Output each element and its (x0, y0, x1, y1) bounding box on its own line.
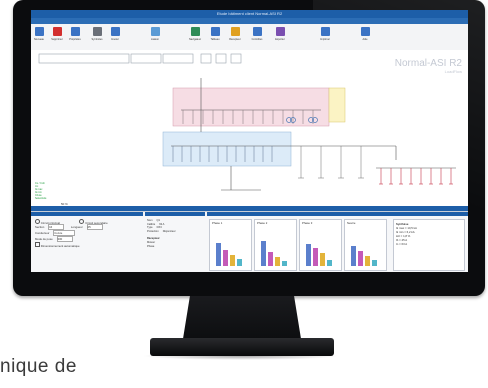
panel-header-results (207, 212, 468, 216)
phase-chart-bar (306, 244, 311, 266)
monitor-stand-base (150, 338, 334, 356)
panel-header-protection (145, 212, 205, 216)
phase-chart-bar (216, 243, 221, 266)
ribbon-button-icon[interactable] (71, 27, 80, 36)
monitor-frame: Etude bâtiment client Normal-ASI R2 Accu… (13, 0, 485, 296)
phase-chart-bar (372, 260, 377, 266)
ribbon-button-icon[interactable] (361, 27, 370, 36)
app-screen: Etude bâtiment client Normal-ASI R2 Accu… (31, 10, 468, 272)
install-label: Mode de pose (35, 237, 53, 241)
schematic-canvas[interactable]: Normal-ASI R2 LoadFlow Cs / Coh Icc Ik m… (31, 50, 468, 208)
auto-sizing-label: Dimensionnement automatique (40, 244, 80, 248)
length-field[interactable]: 25 (86, 224, 103, 230)
phase-chart-title: Phase 1 (212, 221, 223, 225)
ribbon-button-icon[interactable] (151, 27, 160, 36)
property-label: Protection (147, 229, 159, 233)
monitor-stand-neck (182, 296, 302, 342)
ribbon-button-label: Contrôles (251, 38, 263, 41)
phase-chart-bar (358, 251, 363, 266)
phase-chart-bar (237, 259, 242, 266)
phase-chart-bar (313, 248, 318, 266)
ribbon-button-label: Supprimer (51, 38, 63, 41)
phase-chart-bar (327, 260, 332, 266)
ribbon-button-icon[interactable] (191, 27, 200, 36)
ribbon-button-label: Aide (362, 38, 368, 41)
summary-line: In = 63 A (396, 242, 408, 246)
phase-chart-bar (261, 241, 266, 266)
zone-tableau-general (172, 87, 330, 127)
property-label: Type (147, 226, 153, 230)
zone-secours (328, 87, 346, 123)
property-section-value: Phase (147, 244, 155, 248)
calc-legend: Cs / Coh Icc Ik max Ik min Chute Sélectivité (35, 182, 46, 200)
section-label: Section (35, 225, 45, 229)
ribbon-button-label: Symboles (91, 38, 103, 41)
phase-chart-bar (282, 261, 287, 266)
ribbon-button-icon[interactable] (111, 27, 120, 36)
auto-sizing-checkbox[interactable] (35, 242, 40, 247)
property-value[interactable]: Disjoncteur (163, 230, 176, 233)
property-value[interactable]: DX3 (157, 226, 162, 229)
ribbon-button-icon[interactable] (276, 27, 285, 36)
symbol-palette (38, 53, 242, 64)
conductor-label: Conducteur (35, 231, 50, 235)
ribbon-button-label: Propriétés (69, 38, 81, 41)
ribbon-button-label: Imprimer (320, 38, 330, 41)
phase-chart-bar (230, 255, 235, 266)
property-value[interactable]: Q1 (156, 219, 159, 222)
phase-chart: Phase 3 (299, 219, 342, 271)
window-title-bar: Etude bâtiment client Normal-ASI R2 (31, 10, 468, 18)
ribbon-button-label: Liaison (151, 38, 159, 41)
ribbon-button-icon[interactable] (321, 27, 330, 36)
ribbon-button-icon[interactable] (211, 27, 220, 36)
ribbon-button-label: Nouveau (33, 38, 44, 41)
phase-chart-bar (351, 246, 356, 266)
phase-chart: Phase 1 (209, 219, 252, 271)
ribbon-button-icon[interactable] (93, 27, 102, 36)
window-title: Etude bâtiment client Normal-ASI R2 (216, 11, 283, 16)
ribbon-button-label: Récepteur (229, 38, 241, 41)
phase-chart: Phase 2 (254, 219, 297, 271)
phase-chart-bar (268, 252, 273, 266)
phase-chart-bar (320, 253, 325, 266)
phase-chart-title: Phase 3 (302, 221, 313, 225)
ribbon-button-icon[interactable] (253, 27, 262, 36)
phase-chart: Neutre (344, 219, 387, 271)
ribbon-button-label: Navigateur (188, 38, 202, 41)
property-label: Nom (147, 219, 153, 222)
ribbon-toolbar: Nouveau Supprimer Propriétés Symboles Insére… (31, 24, 468, 51)
ribbon-button-icon[interactable] (53, 27, 62, 36)
ribbon-button-icon[interactable] (231, 27, 240, 36)
ribbon-button-label: Exporter (275, 38, 285, 41)
single-line-diagram (38, 53, 456, 191)
phase-chart-title: Neutre (347, 221, 356, 225)
ribbon-button-icon[interactable] (35, 27, 44, 36)
page-caption: nique de (0, 356, 77, 377)
circuit-form: Circuit principal Circuit secondaire Sec… (35, 219, 141, 248)
properties-panel: Circuit principal Circuit secondaire Sec… (31, 211, 468, 272)
ribbon-button-label: Tableau (210, 38, 220, 41)
length-label: Longueur (70, 225, 83, 229)
phase-chart-bar (223, 250, 228, 266)
results-charts: Phase 1 Phase 2 Phase 3 Neutre (209, 219, 389, 271)
phase-chart-bar (275, 257, 280, 266)
ribbon-button-label: Insérer (111, 38, 119, 41)
results-summary: Synthèse Ik max = 10,5 kA Ik min = 6,2 kA… (393, 219, 465, 271)
phase-chart-bar (365, 256, 370, 266)
legend-line: Sélectivité (35, 197, 47, 200)
phase-chart-title: Phase 2 (257, 221, 268, 225)
protection-properties: Nom Q1 Calibre 63 A Type DX3 Protection Disjonc… (147, 219, 203, 248)
panel-header-circuit (31, 212, 143, 216)
